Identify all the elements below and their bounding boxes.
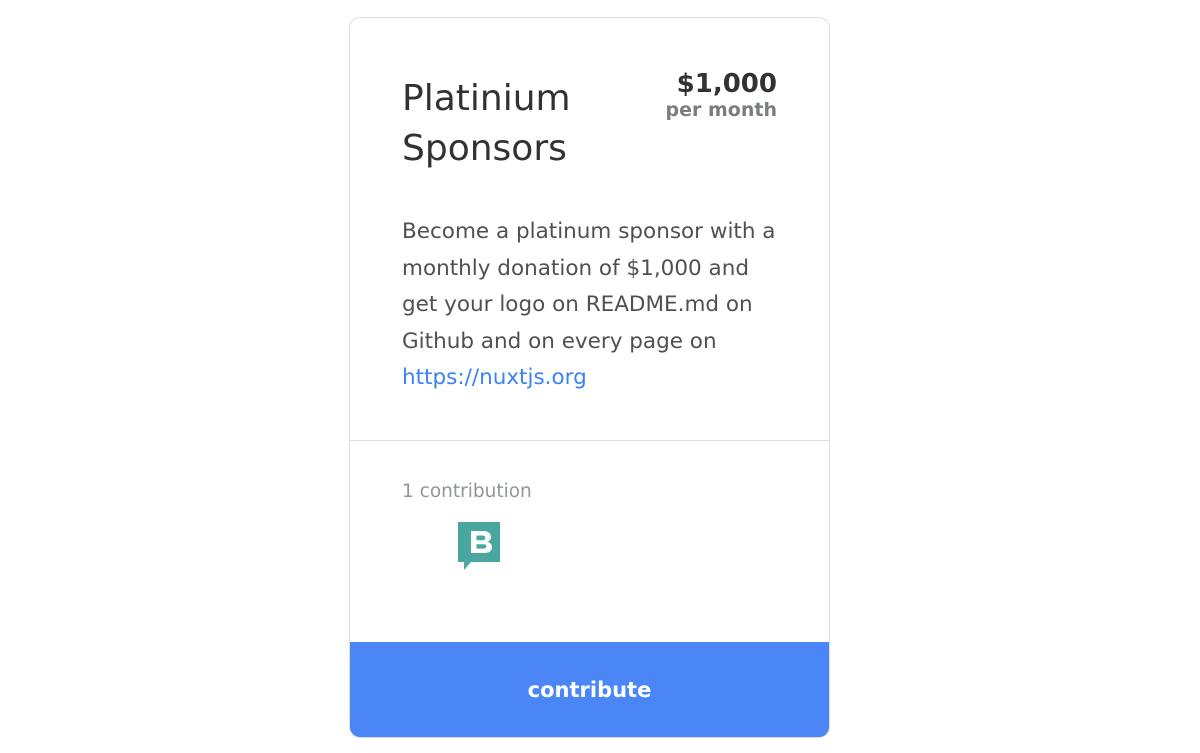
tier-header: Platinium Sponsors $1,000 per month Beco…	[350, 18, 829, 441]
tier-card: Platinium Sponsors $1,000 per month Beco…	[349, 17, 830, 738]
contribute-button[interactable]: contribute	[350, 642, 829, 737]
description-text: Become a platinum sponsor with a monthly…	[402, 219, 776, 354]
divider	[350, 440, 829, 441]
price-amount: $1,000	[676, 69, 777, 99]
tier-title: Platinium Sponsors	[402, 78, 571, 169]
b-speech-bubble-logo-icon	[458, 522, 500, 570]
contribution-count: 1 contribution	[402, 481, 532, 502]
tier-description: Become a platinum sponsor with a monthly…	[402, 214, 782, 397]
contributor-avatar[interactable]	[458, 522, 500, 572]
price-interval: per month	[665, 99, 777, 121]
website-link[interactable]: https://nuxtjs.org	[402, 365, 587, 390]
price-block: $1,000 per month	[666, 68, 777, 120]
